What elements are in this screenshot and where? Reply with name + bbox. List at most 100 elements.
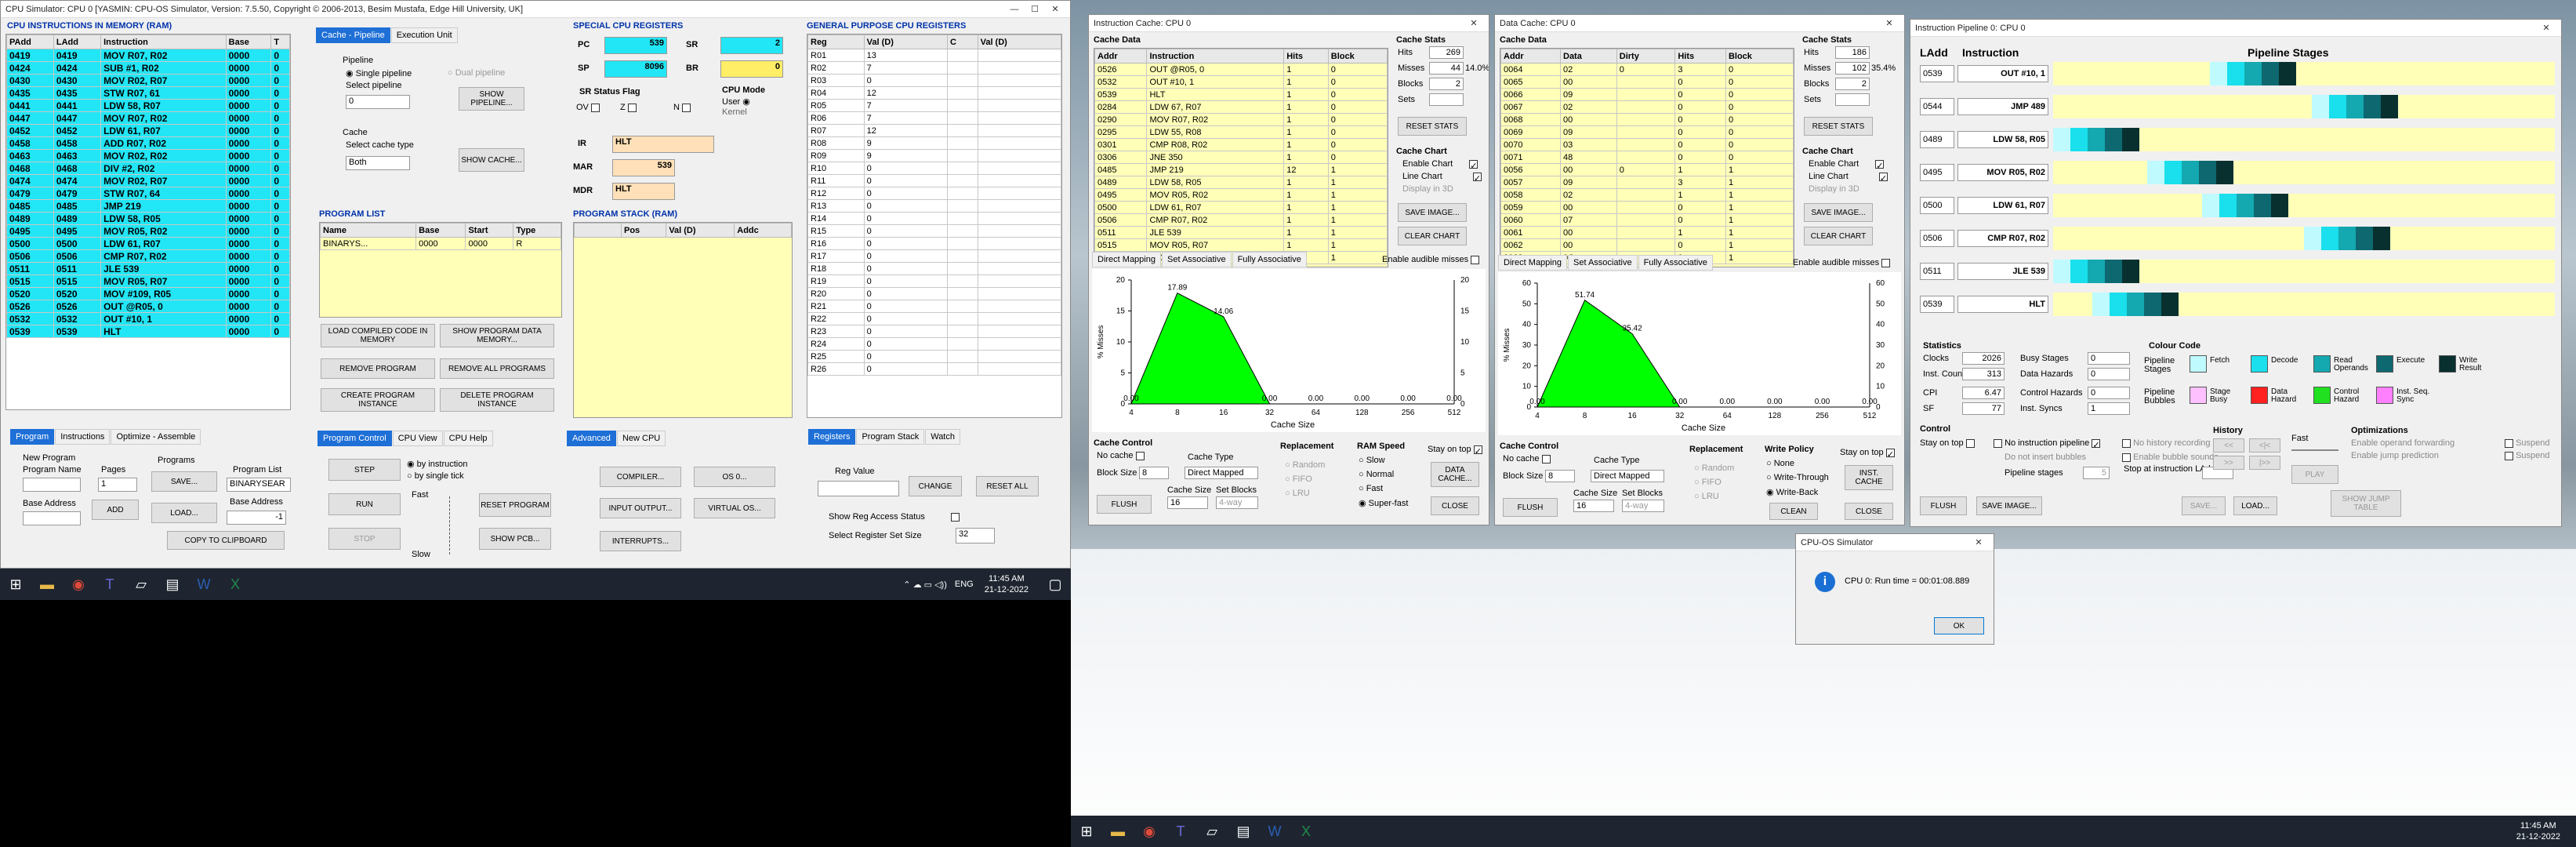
ok-button[interactable]: OK xyxy=(1934,617,1984,634)
memory-row[interactable]: 0500 0500 LDW 61, R07 0000 0 xyxy=(6,237,290,250)
dcache-reset-stats-button[interactable]: RESET STATS xyxy=(1804,117,1873,136)
memory-row[interactable]: 0532 0532 OUT #10, 1 0000 0 xyxy=(6,312,290,325)
no-instr-pipeline-checkbox[interactable]: No instruction pipeline ✓ xyxy=(1994,438,2101,450)
teams-icon[interactable]: T xyxy=(1170,820,1192,842)
col-addc[interactable]: Addc xyxy=(734,223,792,238)
icache-line-chart[interactable]: Line Chart ✓ xyxy=(1402,172,1482,184)
pipeline-save-image-button[interactable]: SAVE IMAGE... xyxy=(1976,496,2042,515)
show-reg-access-checkbox[interactable]: Show Reg Access Status xyxy=(829,512,960,522)
tab-set-associative[interactable]: Set Associative xyxy=(1161,252,1232,267)
register-row[interactable]: R17 0 xyxy=(807,249,1061,263)
icache-rep-fifo[interactable]: ○ FIFO xyxy=(1285,474,1312,484)
icache-stay-on-top[interactable]: Stay on top ✓ xyxy=(1428,445,1482,456)
no-history-checkbox[interactable]: No history recording xyxy=(2122,438,2211,448)
col-dirty[interactable]: Dirty xyxy=(1616,49,1676,64)
show-cache-button[interactable]: SHOW CACHE... xyxy=(459,148,524,172)
program-list-row[interactable]: BINARYS... 0000 0000 R xyxy=(320,237,561,250)
icache-reset-stats-button[interactable]: RESET STATS xyxy=(1398,117,1467,136)
cache-row[interactable]: 0506 CMP R07, R02 1 1 xyxy=(1094,213,1388,227)
col-val[interactable]: Val (D) xyxy=(863,35,949,49)
col-addr[interactable]: Addr xyxy=(1094,49,1148,64)
memory-row[interactable]: 0511 0511 JLE 539 0000 0 xyxy=(6,262,290,275)
icache-data-grid[interactable]: Addr Instruction Hits Block 0526 OUT @R05… xyxy=(1094,48,1388,267)
dcache-size-select[interactable]: 16 xyxy=(1573,500,1614,512)
col-base[interactable]: Base xyxy=(225,35,272,49)
ram-speed-fast[interactable]: ○ Fast xyxy=(1359,484,1383,493)
ram-speed-normal[interactable]: ○ Normal xyxy=(1359,470,1394,479)
icache-rep-random[interactable]: ○ Random xyxy=(1285,460,1325,470)
tab-program[interactable]: Program xyxy=(10,429,55,445)
col-padd[interactable]: PAdd xyxy=(6,35,54,49)
register-row[interactable]: R24 0 xyxy=(807,337,1061,351)
maximize-icon[interactable]: ☐ xyxy=(1025,4,1045,14)
file-explorer-icon[interactable]: ▬ xyxy=(36,573,58,595)
cache-row[interactable]: 0500 LDW 61, R07 1 1 xyxy=(1094,201,1388,214)
dcache-data-grid[interactable]: Addr Data Dirty Hits Block 0064 02 0 3 0 0065… xyxy=(1500,48,1794,267)
inst-cache-button[interactable]: INST. CACHE xyxy=(1845,465,1893,490)
col-instruction[interactable]: Instruction xyxy=(1146,49,1285,64)
ir-value[interactable]: HLT xyxy=(612,136,714,153)
col-pos[interactable]: Pos xyxy=(620,223,667,238)
run-button[interactable]: RUN xyxy=(328,493,401,515)
cache-row[interactable]: 0065 00 0 0 xyxy=(1500,75,1794,89)
delete-instance-button[interactable]: DELETE PROGRAM INSTANCE xyxy=(440,388,554,412)
tray-icons[interactable]: ⌃ ☁ ▭ ◁)) xyxy=(903,580,947,590)
add-button[interactable]: ADD xyxy=(92,500,139,520)
ram-speed-super-fast[interactable]: ◉ Super-fast xyxy=(1359,498,1408,508)
tab-direct-mapping[interactable]: Direct Mapping xyxy=(1498,255,1567,271)
cache-row[interactable]: 0295 LDW 55, R08 1 0 xyxy=(1094,125,1388,139)
close-icon[interactable]: ✕ xyxy=(2536,23,2556,33)
memory-row[interactable]: 0441 0441 LDW 58, R07 0000 0 xyxy=(6,99,290,112)
create-instance-button[interactable]: CREATE PROGRAM INSTANCE xyxy=(321,388,435,412)
pipeline-flush-button[interactable]: FLUSH xyxy=(1920,496,1967,515)
app-icon[interactable]: ▱ xyxy=(1201,820,1223,842)
col-ladd[interactable]: LAdd xyxy=(53,35,102,49)
program-stack-grid[interactable]: Pos Val (D) Addc xyxy=(573,222,793,418)
col-t[interactable]: T xyxy=(270,35,290,49)
tab-execution-unit[interactable]: Execution Unit xyxy=(390,27,458,43)
operand-forwarding-checkbox[interactable]: Enable operand forwarding xyxy=(2351,438,2454,448)
col-val[interactable]: Val (D) xyxy=(666,223,735,238)
icache-type-select[interactable]: Direct Mapped xyxy=(1185,467,1258,479)
cache-row[interactable]: 0515 MOV R05, R07 1 1 xyxy=(1094,238,1388,252)
notification-icon[interactable]: ▢ xyxy=(1044,573,1066,595)
col-type[interactable]: Type xyxy=(513,223,561,238)
memory-row[interactable]: 0419 0419 MOV R07, R02 0000 0 xyxy=(6,49,290,62)
program-list-select[interactable]: BINARYSEAR xyxy=(227,478,291,492)
app-icon[interactable]: ▱ xyxy=(130,573,152,595)
col-reg[interactable]: Reg xyxy=(807,35,865,49)
suspend2-checkbox[interactable]: Suspend xyxy=(2505,451,2550,460)
write-policy-back[interactable]: ◉ Write-Back xyxy=(1766,487,1818,497)
dcache-stay-on-top[interactable]: Stay on top ✓ xyxy=(1840,448,1895,460)
icache-clear-chart-button[interactable]: CLEAR CHART xyxy=(1398,227,1467,245)
col-base[interactable]: Base xyxy=(415,223,466,238)
bubble-sounds-checkbox[interactable]: Enable bubble sounds xyxy=(2122,453,2219,462)
dcache-no-cache[interactable]: No cache xyxy=(1503,454,1551,463)
icache-rep-lru[interactable]: ○ LRU xyxy=(1285,489,1310,498)
register-row[interactable]: R01 13 xyxy=(807,49,1061,62)
memory-row[interactable]: 0539 0539 HLT 0000 0 xyxy=(6,325,290,338)
icache-size-select[interactable]: 16 xyxy=(1167,496,1208,509)
cache-row[interactable]: 0068 00 0 0 xyxy=(1500,113,1794,126)
single-pipeline-radio[interactable]: ◉ Single pipeline xyxy=(346,68,412,78)
memory-row[interactable]: 0435 0435 STW R07, 61 0000 0 xyxy=(6,86,290,100)
clock[interactable]: 11:45 AM 21-12-2022 xyxy=(985,573,1029,595)
cache-row[interactable]: 0070 03 0 0 xyxy=(1500,138,1794,151)
icache-no-cache[interactable]: No cache xyxy=(1097,451,1145,460)
pipeline-save-button[interactable]: SAVE... xyxy=(2182,496,2226,515)
cache-row[interactable]: 0066 09 0 0 xyxy=(1500,88,1794,101)
register-row[interactable]: R20 0 xyxy=(807,287,1061,300)
memory-row[interactable]: 0506 0506 CMP R07, R02 0000 0 xyxy=(6,249,290,263)
tab-watch[interactable]: Watch xyxy=(925,429,960,445)
close-icon[interactable]: ✕ xyxy=(1879,18,1899,28)
icache-block-size[interactable]: 8 xyxy=(1139,467,1169,479)
icache-flush-button[interactable]: FLUSH xyxy=(1097,495,1152,514)
dcache-line-chart[interactable]: Line Chart ✓ xyxy=(1809,172,1888,184)
speed-slider[interactable] xyxy=(449,496,452,554)
cache-row[interactable]: 0489 LDW 58, R05 1 1 xyxy=(1094,176,1388,189)
dcache-flush-button[interactable]: FLUSH xyxy=(1503,498,1558,517)
register-row[interactable]: R15 0 xyxy=(807,224,1061,238)
cache-row[interactable]: 0069 09 0 0 xyxy=(1500,125,1794,139)
play-button[interactable]: PLAY xyxy=(2291,465,2338,484)
windows-start-icon[interactable]: ⊞ xyxy=(5,573,27,595)
